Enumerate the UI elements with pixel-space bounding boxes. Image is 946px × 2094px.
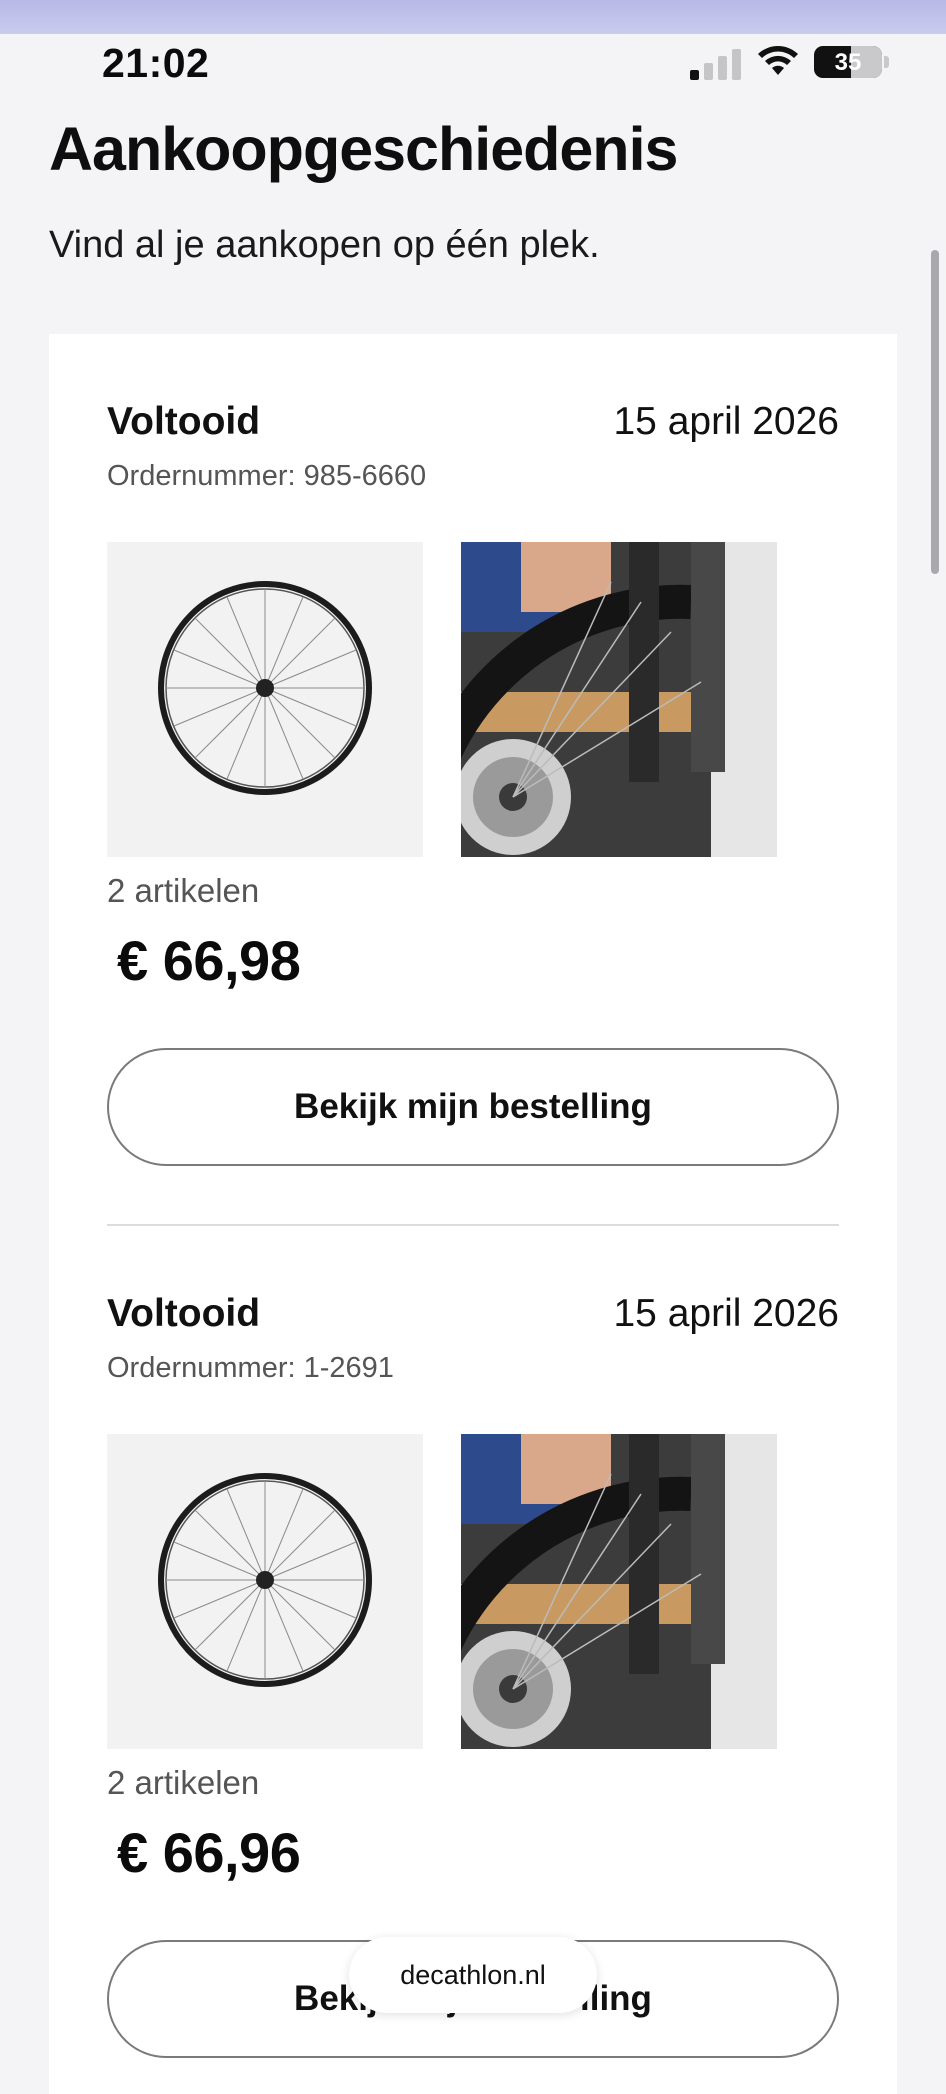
order-date: 15 april 2026 [613, 1292, 839, 1335]
order-total: € 66,98 [117, 929, 301, 992]
bicycle-wheel-image [158, 1473, 372, 1687]
status-bar: 21:02 35 [0, 34, 946, 92]
product-thumbnail-photo[interactable] [461, 1434, 777, 1749]
page-subtitle: Vind al je aankopen op één plek. [49, 224, 600, 266]
browser-url-pill[interactable]: decathlon.nl [349, 1937, 597, 2013]
bicycle-wheel-image [158, 581, 372, 795]
order-status: Voltooid [107, 1292, 261, 1335]
item-count: 2 artikelen [107, 1764, 260, 1801]
bike-fork-disc-brake-photo [461, 1434, 777, 1749]
page-title: Aankoopgeschiedenis [49, 115, 678, 183]
order-divider [107, 1224, 839, 1226]
top-accent-band [0, 0, 946, 34]
product-thumbnail-wheel[interactable] [107, 542, 423, 857]
battery-icon: 35 [814, 46, 882, 78]
product-thumbnail-wheel[interactable] [107, 1434, 423, 1749]
order-total: € 66,96 [117, 1821, 301, 1884]
cellular-signal-icon [690, 48, 742, 80]
battery-cap [884, 56, 889, 68]
scrollbar[interactable] [931, 250, 939, 574]
view-order-button[interactable]: Bekijk mijn bestelling [107, 1048, 839, 1166]
wifi-icon [758, 46, 798, 75]
status-time: 21:02 [102, 40, 210, 86]
order-number: Ordernummer: 1-2691 [107, 1352, 394, 1384]
battery-percent: 35 [834, 49, 862, 76]
order-number: Ordernummer: 985-6660 [107, 460, 427, 492]
bike-fork-disc-brake-photo [461, 542, 777, 857]
orders-card: Voltooid 15 april 2026 Ordernummer: 985-… [49, 334, 897, 2094]
product-thumbnail-photo[interactable] [461, 542, 777, 857]
item-count: 2 artikelen [107, 872, 260, 909]
order-date: 15 april 2026 [613, 400, 839, 443]
order-entry: Voltooid 15 april 2026 Ordernummer: 985-… [107, 400, 839, 1200]
order-status: Voltooid [107, 400, 261, 443]
